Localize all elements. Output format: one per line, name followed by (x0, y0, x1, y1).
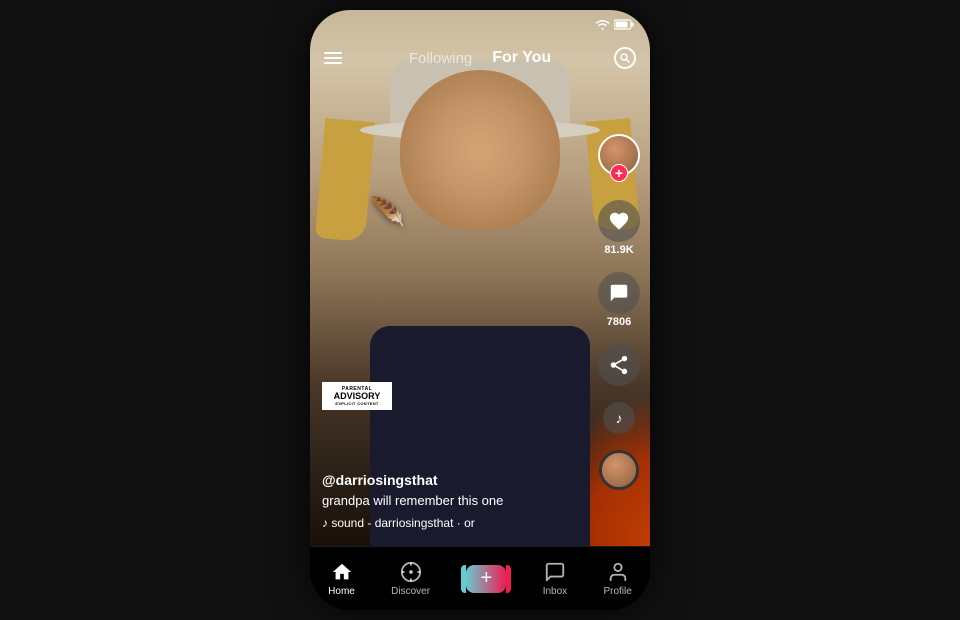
nav-profile[interactable]: Profile (603, 561, 631, 597)
like-action[interactable]: 81.9K (598, 200, 640, 256)
comment-icon (608, 282, 630, 304)
face (400, 70, 560, 230)
phone: 🪶 Following For You (310, 10, 650, 610)
creator-avatar-item[interactable]: + (598, 134, 640, 176)
search-icon (620, 53, 630, 63)
nav-create[interactable]: + (466, 565, 506, 593)
video-caption: grandpa will remember this one (322, 492, 580, 510)
home-icon (331, 561, 353, 583)
inbox-label: Inbox (543, 586, 567, 597)
hamburger-line-2 (324, 57, 342, 59)
hamburger-line-1 (324, 52, 342, 54)
sound-note-icon: ♪ (603, 402, 635, 434)
comment-action[interactable]: 7806 (598, 272, 640, 328)
create-button[interactable]: + (466, 565, 506, 593)
tab-foryou[interactable]: For You (492, 49, 551, 67)
status-bar (310, 10, 650, 38)
follow-plus-button[interactable]: + (610, 164, 628, 182)
video-info: @darriosingsthat grandpa will remember t… (322, 472, 580, 530)
share-button[interactable] (598, 344, 640, 386)
share-action[interactable] (598, 344, 640, 386)
sound-disc-action[interactable]: ♪ (603, 402, 635, 434)
bird-decoration: 🪶 (370, 195, 405, 228)
comment-button[interactable] (598, 272, 640, 314)
like-count: 81.9K (604, 244, 633, 256)
hamburger-menu[interactable] (324, 52, 342, 64)
battery-icon (614, 19, 634, 30)
advisory-main: ADVISORY (334, 392, 381, 401)
wifi-icon (595, 18, 610, 30)
nav-home[interactable]: Home (328, 561, 355, 597)
nav-discover[interactable]: Discover (391, 561, 430, 597)
bottom-nav: Home Discover + Inbox (310, 546, 650, 610)
tab-following[interactable]: Following (409, 50, 472, 67)
disc-avatar-item[interactable] (599, 450, 639, 490)
hair-left (315, 118, 375, 242)
advisory-sub: EXPLICIT CONTENT (335, 401, 378, 406)
comment-count: 7806 (607, 316, 631, 328)
advisory-label: PARENTAL ADVISORY EXPLICIT CONTENT (322, 382, 392, 410)
home-label: Home (328, 586, 355, 597)
plus-icon: + (481, 567, 493, 590)
search-button[interactable] (614, 47, 636, 69)
like-button[interactable] (598, 200, 640, 242)
inbox-icon (544, 561, 566, 583)
heart-icon (608, 210, 630, 232)
profile-label: Profile (603, 586, 631, 597)
share-icon (608, 354, 630, 376)
sound-text: ♪ sound - darriosingsthat · or (322, 516, 475, 530)
status-icons (595, 18, 634, 30)
profile-icon (607, 561, 629, 583)
disc-avatar (599, 450, 639, 490)
nav-inbox[interactable]: Inbox (543, 561, 567, 597)
top-nav: Following For You (310, 38, 650, 78)
sound-row[interactable]: ♪ sound - darriosingsthat · or (322, 516, 580, 530)
discover-icon (400, 561, 422, 583)
creator-username[interactable]: @darriosingsthat (322, 472, 580, 488)
discover-label: Discover (391, 586, 430, 597)
hamburger-line-3 (324, 62, 342, 64)
right-actions: + 81.9K 7806 (598, 134, 640, 490)
